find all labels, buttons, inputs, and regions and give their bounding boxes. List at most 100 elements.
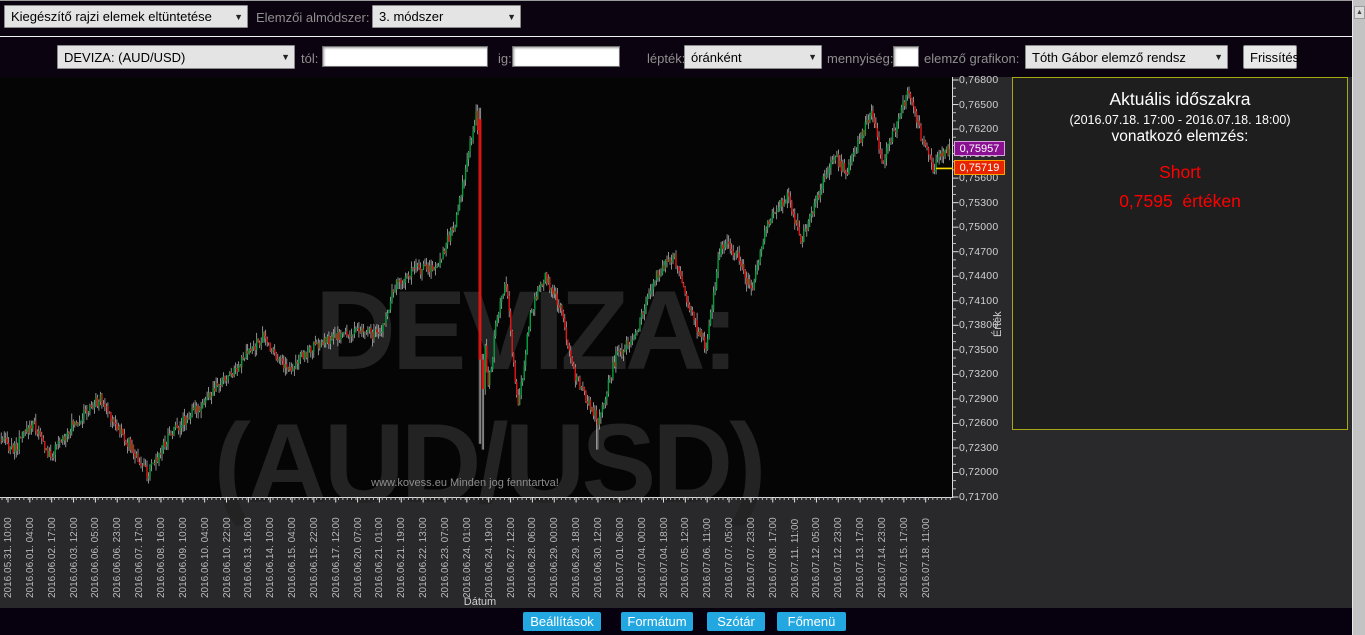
analyzer-select-value: Tóth Gábor elemző rendsz (1032, 49, 1186, 65)
quantity-label: mennyiség: (827, 51, 894, 66)
x-tick-label: 2016.06.01. 04:00 (24, 517, 36, 598)
x-tick-label: 2016.07.15. 17:00 (898, 517, 910, 598)
x-tick-label: 2016.06.24. 19:00 (483, 517, 495, 598)
y-tick-label: 0,73500 (959, 343, 999, 356)
x-tick-label: 2016.07.11. 11:00 (789, 518, 801, 598)
y-axis-title: Érték (992, 311, 1004, 337)
top-menu-bar: Kiegészítő rajzi elemek eltüntetése ▼ El… (0, 0, 1352, 38)
y-tick-label: 0,76800 (959, 74, 999, 86)
x-tick-label: 2016.07.08. 17:00 (767, 517, 779, 598)
refresh-button[interactable]: Frissítés (1243, 45, 1299, 69)
x-tick-label: 2016.06.09. 10:00 (177, 517, 189, 598)
signal-direction: Short (1159, 162, 1201, 182)
chevron-down-icon: ▼ (1214, 52, 1223, 62)
x-tick-label: 2016.07.13. 17:00 (855, 517, 867, 598)
x-tick-label: 2016.06.13. 16:00 (243, 517, 255, 598)
y-tick-label: 0,72300 (959, 441, 999, 454)
x-tick-label: 2016.06.20. 07:00 (352, 517, 364, 598)
chart-copyright-note: www.kovess.eu Minden jog fenntartva! (371, 477, 559, 489)
x-tick-label: 2016.07.18. 11:00 (920, 518, 932, 598)
chevron-down-icon: ▼ (234, 11, 243, 22)
x-tick-label: 2016.07.14. 23:00 (877, 517, 888, 598)
last-price-badge: 0,75957 (954, 140, 1005, 156)
chevron-down-icon: ▼ (281, 52, 290, 62)
x-tick-label: 2016.06.02. 17:00 (46, 517, 58, 598)
scroll-up-button[interactable]: ▲ (1354, 6, 1365, 19)
analyzer-select[interactable]: Tóth Gábor elemző rendsz ▼ (1025, 45, 1228, 69)
to-label: ig: (498, 51, 512, 66)
draw-elements-select[interactable]: Kiegészítő rajzi elemek eltüntetése ▼ (4, 5, 248, 28)
y-tick-label: 0,72000 (959, 466, 999, 479)
panel-subtitle: vonatkozó elemzés: (1111, 128, 1249, 145)
x-tick-label: 2016.06.22. 13:00 (418, 517, 430, 598)
x-tick-label: 2016.07.12. 23:00 (833, 517, 845, 598)
x-tick-label: 2016.06.28. 06:00 (527, 517, 539, 598)
x-axis-title: Dátum (463, 596, 497, 608)
analyzer-label: elemző grafikon: (924, 51, 1020, 66)
y-tick-label: 0,75000 (959, 221, 999, 234)
app-window: Kiegészítő rajzi elemek eltüntetése ▼ El… (0, 0, 1365, 635)
footer-button-be-ll-t-sok[interactable]: Beállítások (523, 612, 601, 631)
submethod-label: Elemzői almódszer: (256, 10, 370, 25)
x-tick-label: 2016.06.14. 10:00 (265, 517, 277, 598)
from-date-input[interactable] (322, 46, 488, 67)
footer-button-f-men-[interactable]: Főmenü (777, 612, 846, 631)
footer-button-sz-t-r[interactable]: Szótár (707, 612, 765, 631)
scale-select[interactable]: óránként ▼ (684, 45, 822, 69)
vertical-scrollbar[interactable]: ▲ (1352, 0, 1365, 635)
x-tick-label: 2016.07.12. 05:00 (811, 517, 823, 598)
to-date-input[interactable] (512, 46, 620, 67)
x-tick-label: 2016.06.29. 18:00 (571, 517, 583, 598)
watermark-text: DEVIZA: (315, 268, 735, 393)
chevron-down-icon: ▼ (808, 52, 817, 62)
x-tick-label: 2016.07.04. 18:00 (658, 517, 670, 598)
analysis-panel: Aktuális időszakra (2016.07.18. 17:00 - … (1012, 77, 1348, 430)
currency-pair-select-value: DEVIZA: (AUD/USD) (64, 49, 186, 65)
chart-toolbar: DEVIZA: (AUD/USD) ▼ tól: ig: lépték: órá… (0, 37, 1352, 77)
x-tick-label: 2016.06.07. 17:00 (134, 517, 146, 598)
scale-select-value: óránként (691, 49, 742, 65)
y-tick-label: 0,76200 (959, 123, 999, 136)
x-tick-label: 2016.06.03. 12:00 (68, 517, 80, 598)
scale-label: lépték: (647, 51, 686, 66)
panel-title: Aktuális időszakra (1109, 89, 1251, 109)
bottom-menu-bar: Beállítások Formátum Szótár Főmenü (0, 608, 1352, 635)
x-tick-label: 2016.06.15. 22:00 (308, 517, 320, 598)
x-tick-label: 2016.07.04. 00:00 (636, 517, 648, 598)
draw-elements-select-value: Kiegészítő rajzi elemek eltüntetése (11, 9, 212, 24)
submethod-select[interactable]: 3. módszer ▼ (372, 5, 521, 28)
x-tick-label: 2016.06.15. 04:00 (287, 517, 299, 598)
x-tick-label: 2016.07.05. 12:00 (680, 517, 692, 598)
x-tick-label: 2016.07.06. 11:00 (702, 518, 714, 598)
x-tick-label: 2016.07.07. 23:00 (745, 517, 757, 598)
x-tick-label: 2016.06.10. 22:00 (221, 517, 233, 598)
submethod-select-value: 3. módszer (379, 9, 444, 24)
x-tick-label: 2016.06.17. 12:00 (330, 517, 342, 598)
y-tick-label: 0,76500 (959, 98, 999, 111)
from-label: tól: (301, 51, 319, 66)
footer-button-form-tum[interactable]: Formátum (621, 612, 693, 631)
x-tick-label: 2016.06.29. 00:00 (549, 517, 561, 598)
x-tick-label: 2016.06.21. 19:00 (396, 517, 408, 598)
quantity-input[interactable] (893, 46, 919, 67)
x-tick-label: 2016.06.06. 05:00 (90, 517, 102, 598)
x-tick-label: 2016.06.10. 04:00 (199, 517, 211, 598)
panel-period: (2016.07.18. 17:00 - 2016.07.18. 18:00) (1069, 113, 1291, 127)
x-tick-label: 2016.05.31. 10:00 (3, 517, 14, 598)
chevron-down-icon: ▼ (507, 11, 516, 22)
x-tick-label: 2016.07.01. 06:00 (614, 517, 626, 598)
y-tick-label: 0,73200 (959, 368, 999, 381)
signal-price-badge: 0,75719 (954, 160, 1005, 176)
main-content: DEVIZA: (AUD/USD) 0,76800 0,76500 0,76200 0,… (0, 74, 1352, 608)
x-tick-label: 2016.07.07. 05:00 (724, 517, 736, 598)
x-tick-label: 2016.06.30. 12:00 (592, 517, 604, 598)
y-tick-label: 0,74700 (959, 245, 999, 258)
currency-pair-select[interactable]: DEVIZA: (AUD/USD) ▼ (57, 45, 295, 69)
signal-price-text: 0,7595 értéken (1119, 191, 1241, 211)
arrow-up-icon: ▲ (1356, 9, 1363, 16)
y-tick-label: 0,71700 (959, 491, 999, 503)
x-tick-label: 2016.06.27. 12:00 (505, 517, 517, 598)
y-tick-label: 0,75300 (959, 196, 999, 209)
x-tick-label: 2016.06.21. 01:00 (374, 517, 386, 598)
x-tick-label: 2016.06.24. 01:00 (461, 517, 473, 598)
